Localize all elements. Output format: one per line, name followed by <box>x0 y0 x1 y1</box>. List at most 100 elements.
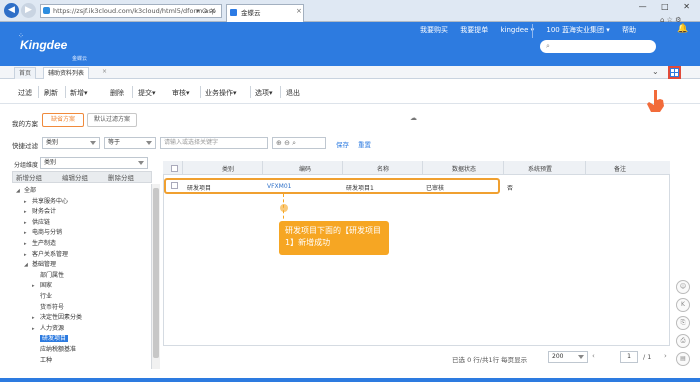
expand-arrow-icon[interactable]: ▸ <box>32 326 40 332</box>
audit-button[interactable]: 审核▾ <box>172 88 190 98</box>
tree-node[interactable]: 工种 <box>32 355 52 364</box>
scrollbar-thumb[interactable] <box>153 188 159 358</box>
expand-arrow-icon[interactable]: ▸ <box>24 220 32 226</box>
chevron-left-icon[interactable]: ‹ <box>592 352 595 360</box>
filter-field-select[interactable]: 类别 <box>42 137 100 149</box>
address-bar[interactable]: https://zsjf.ik3cloud.com/k3cloud/html5/… <box>40 4 222 18</box>
k-icon[interactable]: K <box>676 298 690 312</box>
expand-arrow-icon[interactable]: ▸ <box>24 252 32 258</box>
tree-node[interactable]: ▸ 生产制造 <box>24 238 56 247</box>
submit-button[interactable]: 提交▾ <box>138 88 156 98</box>
save-filter-button[interactable]: 保存 <box>336 139 349 149</box>
nav-buy[interactable]: 我要购买 <box>420 26 448 34</box>
col-code[interactable]: 编码 <box>295 164 315 173</box>
nav-ticket[interactable]: 我要提单 <box>460 26 488 34</box>
table-row[interactable] <box>164 178 500 194</box>
nav-user[interactable]: kingdee ▾ <box>500 26 534 34</box>
copy-icon[interactable]: ⎘ <box>676 316 690 330</box>
print-icon[interactable]: ⎙ <box>676 334 690 348</box>
expand-arrow-icon[interactable]: ▸ <box>24 230 32 236</box>
divider <box>250 86 251 98</box>
tree-node[interactable]: 货币符号 <box>32 302 64 311</box>
select-all-checkbox[interactable] <box>171 165 178 172</box>
chevron-down-icon[interactable]: ⌄ <box>652 67 659 76</box>
browser-tab[interactable]: 金蝶云 <box>226 4 304 22</box>
tree-node[interactable]: ▸ 人力资源 <box>32 323 64 332</box>
search-input[interactable] <box>540 40 656 53</box>
expand-arrow-icon[interactable]: ▸ <box>32 283 40 289</box>
col-status[interactable]: 数据状态 <box>449 164 479 173</box>
row-checkbox[interactable] <box>171 182 178 189</box>
tree-node[interactable]: 部门属性 <box>32 270 64 279</box>
page-size-select[interactable]: 200 <box>548 351 588 363</box>
filter-keyword-input[interactable]: 请输入或选择关键字 <box>160 137 268 149</box>
forward-icon[interactable]: ▶ <box>21 3 36 18</box>
reset-filter-button[interactable]: 重置 <box>358 139 371 149</box>
expand-arrow-icon[interactable]: ▸ <box>24 209 32 215</box>
col-note[interactable]: 备注 <box>610 164 630 173</box>
search-icon[interactable]: ⌕ <box>546 42 550 51</box>
close-icon[interactable]: × <box>296 7 302 15</box>
tree-node[interactable]: 应纳税额基准 <box>32 344 76 353</box>
pointer-hand-icon <box>647 90 664 112</box>
filter-button[interactable]: 过滤 <box>18 88 32 98</box>
delete-group-button[interactable]: 删除分组 <box>108 172 134 182</box>
expand-arrow-icon[interactable]: ◢ <box>24 262 32 268</box>
annotation-tooltip: 研发项目下面的【研发项目1】新增成功 <box>279 221 389 255</box>
divider <box>262 161 263 175</box>
edit-group-button[interactable]: 编辑分组 <box>62 172 88 182</box>
tree-node[interactable]: ▸ 供应链 <box>24 217 50 226</box>
expand-arrow-icon[interactable]: ◢ <box>16 188 24 194</box>
new-button[interactable]: 新增▾ <box>70 88 88 98</box>
tree-node[interactable]: ▸ 国家 <box>32 280 52 289</box>
divider <box>422 161 423 175</box>
col-preset[interactable]: 系统预置 <box>525 164 555 173</box>
cell-code[interactable]: VFXM01 <box>267 183 291 190</box>
tree-node[interactable]: ▸ 电商与分销 <box>24 227 62 236</box>
tree-node[interactable]: ▸ 客户关系管理 <box>24 249 68 258</box>
nav-help[interactable]: 帮助 <box>622 26 636 34</box>
list-icon[interactable]: ▤ <box>676 352 690 366</box>
scheme-filter-button[interactable]: 默认过滤方案 <box>87 113 137 127</box>
bell-icon[interactable]: 🔔 <box>677 24 688 36</box>
tab-home[interactable]: 首页 <box>14 67 37 79</box>
add-group-button[interactable]: 新增分组 <box>16 172 42 182</box>
tree-node[interactable]: ◢ 全部 <box>16 185 36 194</box>
tree-node[interactable]: 行业 <box>32 291 52 300</box>
delete-button[interactable]: 删除 <box>110 88 124 98</box>
back-icon[interactable]: ◀ <box>4 3 19 18</box>
business-ops-button[interactable]: 业务操作▾ <box>205 88 237 98</box>
refresh-button[interactable]: 刷新 <box>44 88 58 98</box>
window-controls[interactable]: — □ ✕ <box>630 2 700 14</box>
divider <box>200 86 201 98</box>
expand-arrow-icon[interactable]: ▸ <box>24 241 32 247</box>
tree-node[interactable]: ▸ 财务会计 <box>24 206 56 215</box>
status-strip <box>0 378 700 382</box>
tab-aux-data-list[interactable]: 辅助资料列表 <box>43 67 90 79</box>
group-dimension-select[interactable]: 类别 <box>40 157 148 169</box>
col-name[interactable]: 名称 <box>373 164 393 173</box>
page-number-input[interactable]: 1 <box>620 351 638 363</box>
expand-arrow-icon[interactable]: ▸ <box>32 315 40 321</box>
tab-favicon-icon <box>230 9 237 16</box>
tree-node-label: 部门属性 <box>40 271 65 279</box>
tree-node[interactable]: ◢ 基础管理 <box>24 259 56 268</box>
tree-node[interactable]: 研发项目 <box>32 333 69 343</box>
filter-lookup-icon[interactable]: ⊕ ⊖ ⌕ <box>272 137 326 149</box>
chevron-right-icon[interactable]: › <box>664 352 667 360</box>
filter-operator-select[interactable]: 等于 <box>104 137 156 149</box>
scheme-default-button[interactable]: 缺省方案 <box>42 113 84 127</box>
tree-node[interactable]: ▸ 共享服务中心 <box>24 196 68 205</box>
nav-org[interactable]: 100 蓝海实业集团 ▾ <box>546 26 609 34</box>
options-button[interactable]: 选项▾ <box>255 88 273 98</box>
address-tools-icon[interactable]: ▾ ⊙ ✕ <box>196 4 216 18</box>
col-category[interactable]: 类别 <box>218 164 238 173</box>
exit-button[interactable]: 退出 <box>286 88 300 98</box>
expand-arrow-icon[interactable]: ▸ <box>24 199 32 205</box>
cloud-icon[interactable]: ☁ <box>410 114 417 122</box>
layout-grid-icon[interactable] <box>668 66 681 79</box>
smiley-icon[interactable]: ☺ <box>676 280 690 294</box>
close-icon[interactable]: × <box>102 68 107 75</box>
per-page-label: 每页显示 <box>501 356 528 364</box>
tree-node[interactable]: ▸ 决定性因素分类 <box>32 312 82 321</box>
